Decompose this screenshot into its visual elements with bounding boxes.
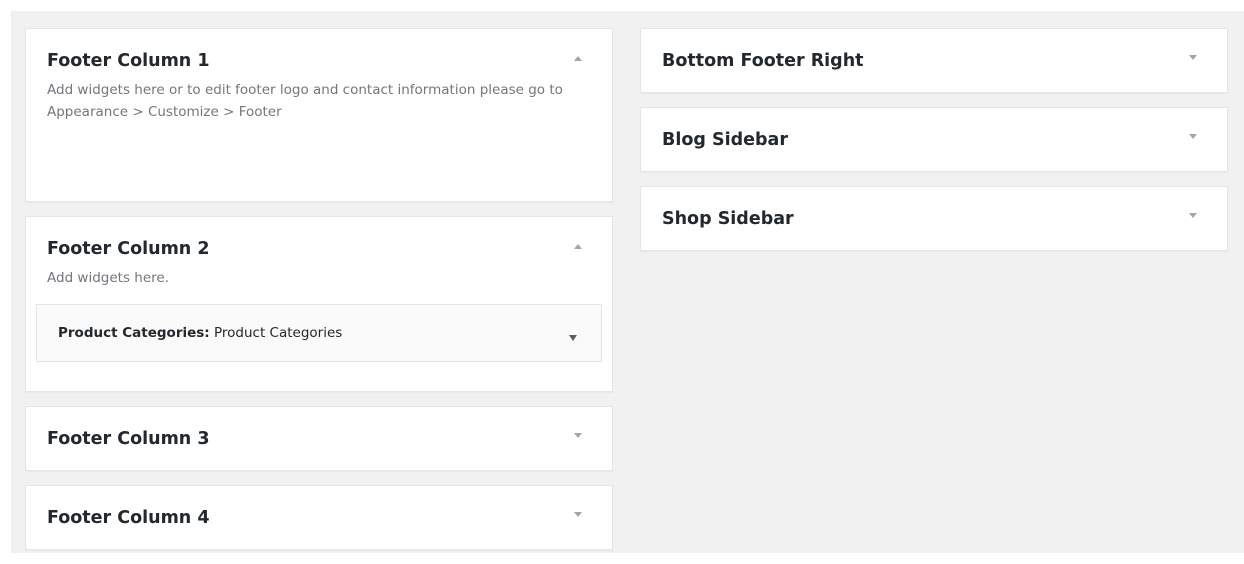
sidebar-footer-column-4: Footer Column 4 [25, 485, 613, 550]
widget-title: Product Categories: Product Categories [58, 324, 342, 342]
sidebar-bottom-footer-right: Bottom Footer Right [640, 28, 1228, 93]
sidebar-header[interactable]: Footer Column 1 [26, 29, 612, 92]
sidebar-title: Footer Column 4 [47, 508, 210, 528]
sidebar-title: Footer Column 1 [47, 51, 210, 71]
arrow-up-icon[interactable] [572, 241, 584, 251]
sidebar-header[interactable]: Footer Column 4 [26, 486, 612, 549]
arrow-down-icon[interactable] [572, 510, 584, 520]
sidebar-header[interactable]: Shop Sidebar [641, 187, 1227, 250]
widget-areas-canvas: Footer Column 1 Add widgets here or to e… [11, 11, 1244, 553]
sidebar-title: Footer Column 2 [47, 239, 210, 259]
widget-areas-right-column: Bottom Footer Right Blog Sidebar Shop Si… [640, 28, 1228, 265]
sidebar-title: Footer Column 3 [47, 429, 210, 449]
sidebar-title: Blog Sidebar [662, 130, 788, 150]
arrow-down-icon[interactable] [1187, 53, 1199, 63]
sidebar-footer-column-3: Footer Column 3 [25, 406, 613, 471]
sidebar-header[interactable]: Bottom Footer Right [641, 29, 1227, 92]
sidebar-header[interactable]: Blog Sidebar [641, 108, 1227, 171]
arrow-down-icon[interactable] [1187, 211, 1199, 221]
sidebar-shop-sidebar: Shop Sidebar [640, 186, 1228, 251]
sidebar-blog-sidebar: Blog Sidebar [640, 107, 1228, 172]
arrow-down-icon[interactable] [572, 431, 584, 441]
sidebar-footer-column-2: Footer Column 2 Add widgets here. Produc… [25, 216, 613, 392]
widget-areas-left-column: Footer Column 1 Add widgets here or to e… [25, 28, 613, 564]
widget-instance-title: Product Categories [214, 325, 343, 341]
widget-product-categories[interactable]: Product Categories: Product Categories [36, 304, 602, 362]
sidebar-footer-column-1: Footer Column 1 Add widgets here or to e… [25, 28, 613, 202]
arrow-down-icon[interactable] [1187, 132, 1199, 142]
arrow-down-icon[interactable] [567, 328, 579, 341]
sidebar-header[interactable]: Footer Column 2 [26, 217, 612, 280]
sidebar-title: Bottom Footer Right [662, 51, 864, 71]
arrow-up-icon[interactable] [572, 53, 584, 63]
sidebar-header[interactable]: Footer Column 3 [26, 407, 612, 470]
widget-name: Product Categories: [58, 325, 210, 341]
sidebar-title: Shop Sidebar [662, 209, 794, 229]
